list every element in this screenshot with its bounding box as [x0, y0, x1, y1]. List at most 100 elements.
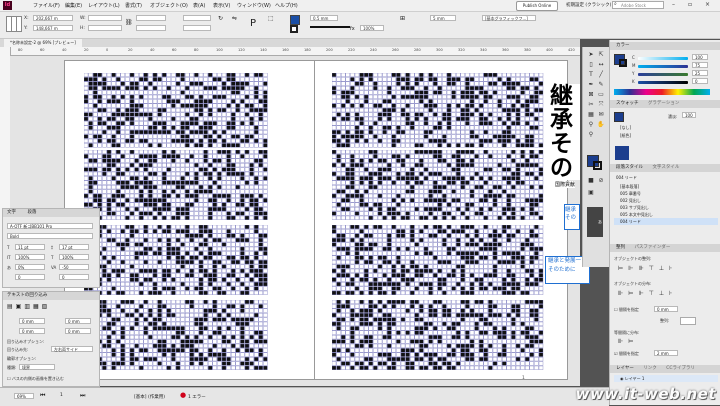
- wrap-top-field[interactable]: 0 mm: [19, 318, 45, 324]
- hand-tool-icon[interactable]: ✋: [597, 121, 605, 129]
- pencil-tool-icon[interactable]: ✎: [597, 81, 605, 89]
- tab-align[interactable]: 整列: [616, 245, 625, 250]
- caption-text[interactable]: 国際貢献: [555, 181, 576, 188]
- gradient-tool-icon[interactable]: ▦: [587, 111, 595, 119]
- text-rotate-icon[interactable]: あ: [587, 207, 603, 237]
- wrap-bottom-field[interactable]: 0 mm: [19, 328, 45, 334]
- color-spectrum[interactable]: [614, 89, 710, 95]
- distribute-buttons[interactable]: ⊪⊨⊩⊤⊥⊦: [618, 290, 677, 297]
- type-tool-icon[interactable]: T: [587, 71, 595, 79]
- spacing-field[interactable]: 0 mm: [654, 306, 678, 312]
- tab-paragraph-styles[interactable]: 段落スタイル: [616, 165, 643, 170]
- fill-stroke-proxy[interactable]: [587, 155, 603, 171]
- y-field[interactable]: 148,667 m: [33, 25, 73, 31]
- stroke-proxy[interactable]: [593, 161, 602, 170]
- kerning-field[interactable]: 0: [15, 274, 45, 280]
- layer-row[interactable]: ◉ レイヤー 1: [614, 375, 718, 382]
- y-slider[interactable]: [638, 73, 688, 76]
- leading-field[interactable]: 17 pt: [59, 244, 89, 250]
- workspace-switcher[interactable]: 初期設定 (クラシック): [566, 2, 611, 8]
- m-slider[interactable]: [638, 65, 688, 68]
- h-field[interactable]: [88, 25, 122, 31]
- stroke-swatch[interactable]: [290, 25, 298, 33]
- c-slider[interactable]: [638, 57, 688, 60]
- preflight-profile[interactable]: [基本] (作業用): [134, 394, 165, 400]
- fill-swatch[interactable]: [290, 15, 300, 25]
- distribute-spacing-buttons[interactable]: ⊪⊨: [618, 338, 638, 345]
- color-panel-header[interactable]: カラー: [610, 42, 720, 50]
- m-field[interactable]: 75: [692, 62, 708, 68]
- baseline-field[interactable]: 0: [59, 274, 89, 280]
- menu-edit[interactable]: 編集(E): [65, 2, 82, 9]
- tab-layers[interactable]: レイヤー: [616, 366, 634, 371]
- swatch-tint-field[interactable]: 100: [682, 112, 696, 118]
- k-field[interactable]: 0: [692, 78, 708, 84]
- rotation-field[interactable]: [183, 15, 211, 21]
- flip-horizontal-icon[interactable]: ⇋: [232, 15, 237, 22]
- wrap-type-icons[interactable]: ▤▣▥▦▧: [7, 303, 50, 310]
- tracking-field[interactable]: -50: [59, 264, 89, 270]
- direct-selection-tool-icon[interactable]: ⇱: [597, 51, 605, 59]
- tab-swatches[interactable]: スウォッチ: [616, 101, 639, 106]
- select-container-icon[interactable]: ⬚: [268, 15, 274, 22]
- rectangle-frame-tool-icon[interactable]: ⊠: [587, 91, 595, 99]
- tab-character[interactable]: 文字: [7, 210, 16, 215]
- selected-text-frame[interactable]: 継承 その: [564, 204, 580, 230]
- font-size-field[interactable]: 11 pt: [15, 244, 45, 250]
- color-stroke-proxy[interactable]: [619, 59, 627, 67]
- wrap-left-field[interactable]: 0 mm: [65, 318, 91, 324]
- note-tool-icon[interactable]: ✉: [597, 111, 605, 119]
- apply-color-icon[interactable]: ■: [587, 177, 595, 185]
- horizontal-ruler[interactable]: 80 60 40 20 0 20 40 60 80 100 120 140 160 180 200 220 24…: [10, 47, 580, 56]
- y-field[interactable]: 25: [692, 70, 708, 76]
- contour-type-dropdown[interactable]: 境界: [19, 364, 55, 370]
- shear-field[interactable]: [183, 25, 211, 31]
- swatch-fill-proxy[interactable]: [614, 112, 624, 122]
- pen-tool-icon[interactable]: ✒: [587, 81, 595, 89]
- use-spacing-checkbox[interactable]: ☐ 間隔を指定: [614, 307, 639, 313]
- style-item[interactable]: 002 見出し: [614, 197, 718, 204]
- free-transform-tool-icon[interactable]: ⤧: [597, 101, 605, 109]
- tsume-field[interactable]: 0%: [15, 264, 45, 270]
- reference-point-icon[interactable]: [6, 16, 22, 32]
- stroke-type-dropdown[interactable]: [310, 26, 350, 32]
- horizontal-scale-field[interactable]: 100%: [59, 254, 89, 260]
- zoom-tool-icon[interactable]: ⚲: [587, 131, 595, 139]
- c-field[interactable]: 100: [692, 54, 708, 60]
- page-field[interactable]: 1: [60, 393, 63, 398]
- k-slider[interactable]: [638, 81, 688, 84]
- stroke-weight-field[interactable]: 0.5 mm: [310, 15, 338, 21]
- use-spacing-checkbox-2[interactable]: ☑ 間隔を指定: [614, 351, 639, 357]
- scale-y-field[interactable]: [136, 25, 166, 31]
- menu-view[interactable]: 表示(V): [213, 2, 230, 9]
- type-on-path-icon[interactable]: P: [250, 18, 256, 29]
- apply-none-icon[interactable]: ⊘: [597, 177, 605, 185]
- style-item[interactable]: 005 本文中見出し: [614, 211, 718, 218]
- eyedropper-tool-icon[interactable]: ⚲: [587, 121, 595, 129]
- document-tab[interactable]: *名称未設定-2 @ 69% [プレビュー]: [4, 39, 82, 47]
- swatch-item-none[interactable]: [なし]: [614, 124, 718, 131]
- include-inside-edges-checkbox[interactable]: ☐ バスの内側の画像を置き込む: [7, 376, 64, 382]
- tab-paragraph[interactable]: 段落: [27, 210, 36, 215]
- opacity-field[interactable]: 100%: [360, 25, 384, 31]
- rotate-icon[interactable]: ↻: [218, 15, 223, 22]
- w-field[interactable]: [88, 15, 122, 21]
- search-input[interactable]: Adobe Stock: [612, 1, 664, 9]
- effects-icon[interactable]: fx: [350, 26, 355, 32]
- style-item-selected[interactable]: 004 リード: [614, 218, 718, 225]
- object-style-dropdown[interactable]: [基本グラフィックフ...]: [482, 15, 536, 21]
- next-page-icon[interactable]: ⏭: [80, 392, 85, 400]
- selection-tool-icon[interactable]: ➤: [587, 51, 595, 59]
- gap-tool-icon[interactable]: ↔: [597, 61, 605, 69]
- scissors-tool-icon[interactable]: ✂: [587, 101, 595, 109]
- align-buttons[interactable]: ⊨⊩⊪⊤⊥⊦: [618, 265, 677, 272]
- tab-cc-libraries[interactable]: CCライブラリ: [666, 366, 695, 371]
- maximize-icon[interactable]: ▫: [688, 1, 692, 8]
- menu-window[interactable]: ウィンドウ(W): [237, 2, 271, 9]
- publish-online-button[interactable]: Publish Online: [516, 1, 558, 11]
- constrain-proportions-icon[interactable]: ⛓: [125, 19, 133, 26]
- swatch-item-paper[interactable]: [紙色]: [614, 132, 718, 139]
- style-item[interactable]: 003 サブ見出し: [614, 204, 718, 211]
- style-item[interactable]: 005 章番号: [614, 190, 718, 197]
- font-family-field[interactable]: A-OTF 新ゴBB101 Pro: [7, 223, 93, 229]
